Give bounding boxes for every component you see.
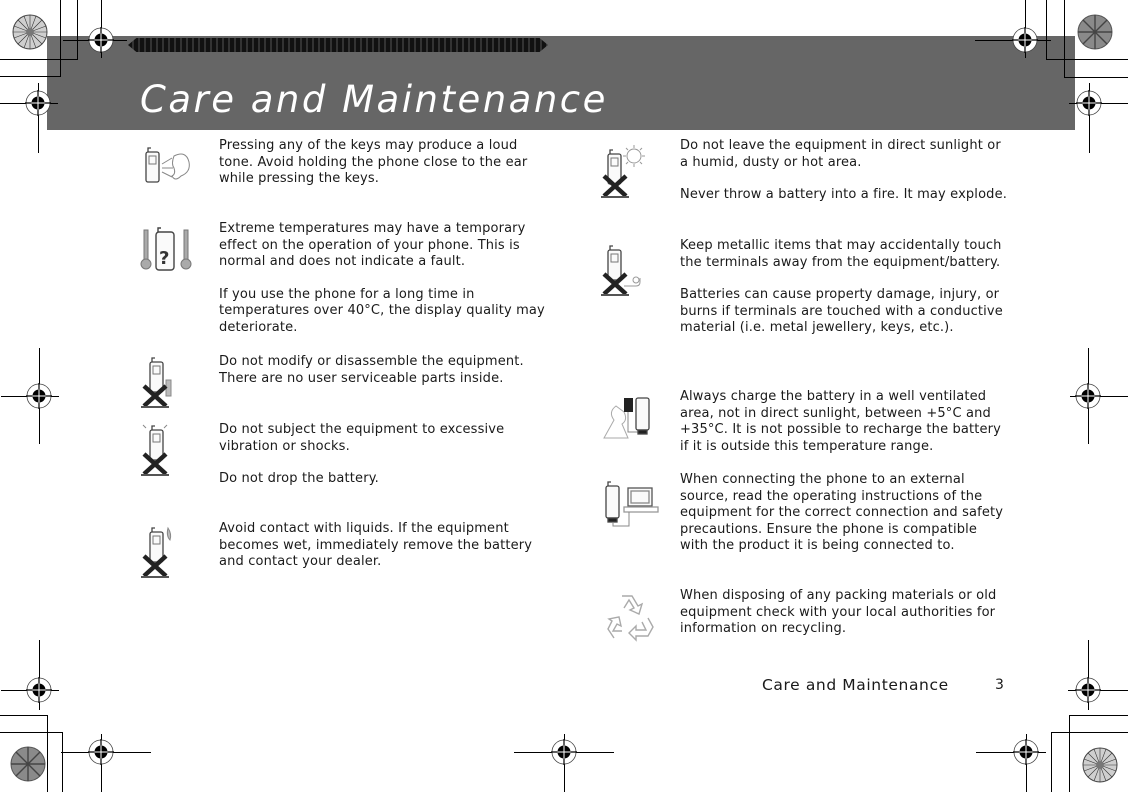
color-registration-mark [1080,745,1120,785]
instruction-paragraph: Batteries can cause property damage, inj… [680,287,1003,335]
registration-target-icon [1075,383,1101,409]
crop-line [1046,0,1047,60]
instruction-text: Do not leave the equipment in direct sun… [680,138,1008,220]
crop-line [0,715,48,716]
instruction-paragraph: Never throw a battery into a fire. It ma… [680,187,1008,202]
crop-line [60,0,61,76]
instruction-paragraph: Extreme temperatures may have a temporar… [219,221,526,269]
crop-line [1069,715,1070,792]
recycle-icon [598,588,662,648]
crop-line [1064,77,1128,78]
crop-line [77,0,78,59]
no-disassemble-icon [138,352,202,412]
instruction-paragraph: When connecting the phone to an external… [680,472,1004,553]
page-title: Care and Maintenance [140,78,608,121]
no-sunlight-icon [598,142,662,202]
instruction-text: Do not modify or disassemble the equipme… [219,354,549,403]
crop-line [0,59,78,60]
footer-section-title: Care and Maintenance [762,676,949,694]
crop-line [1046,59,1128,60]
instruction-text: Do not subject the equipment to excessiv… [219,422,549,504]
instruction-text: Keep metallic items that may accidentall… [680,238,1008,353]
no-liquid-icon [138,522,202,582]
external-connection-icon [598,476,662,536]
page-number: 3 [995,677,1004,693]
color-registration-mark [8,744,48,784]
instruction-text: Pressing any of the keys may produce a l… [219,138,549,204]
instruction-paragraph: If you use the phone for a long time in … [219,286,545,335]
instruction-paragraph: Do not subject the equipment to excessiv… [219,422,505,454]
color-registration-mark [10,12,50,52]
instruction-text: Avoid contact with liquids. If the equip… [219,521,549,587]
registration-target-icon [1076,90,1102,116]
instruction-paragraph: Always charge the battery in a well vent… [680,389,1001,454]
instruction-text: Always charge the battery in a well vent… [680,389,1008,471]
instruction-paragraph: When disposing of any packing materials … [680,588,997,636]
instruction-paragraph: Pressing any of the keys may produce a l… [219,138,528,186]
registration-target-icon [88,739,114,765]
instruction-text: When disposing of any packing materials … [680,588,1008,654]
crop-line [0,76,61,77]
registration-target-icon [1013,739,1039,765]
registration-target-icon [1075,677,1101,703]
registration-target-icon [1012,27,1038,53]
instruction-paragraph: Keep metallic items that may accidentall… [680,238,1002,270]
crop-line [0,732,63,733]
instruction-paragraph: Do not modify or disassemble the equipme… [219,354,524,386]
crop-line [1051,732,1128,733]
registration-target-icon [25,90,51,116]
registration-target-icon [551,739,577,765]
charger-icon [598,388,662,448]
crop-line [1051,732,1052,792]
registration-target-icon [26,677,52,703]
phone-thermometer-icon: ? [138,220,202,280]
svg-text:?: ? [159,248,169,269]
instruction-text: Extreme temperatures may have a temporar… [219,221,549,352]
decorative-diamond-strip [128,38,548,52]
no-metal-contact-icon [598,240,662,300]
registration-target-icon [88,27,114,53]
phone-loud-tone-icon [138,140,202,200]
color-registration-mark [1075,12,1115,52]
crop-line [1064,0,1065,78]
no-shock-icon [138,420,202,480]
instruction-text: When connecting the phone to an external… [680,472,1008,571]
instruction-paragraph: Do not leave the equipment in direct sun… [680,138,1001,170]
crop-line [1069,715,1128,716]
instruction-paragraph: Do not drop the battery. [219,471,379,486]
crop-line [62,732,63,792]
instruction-paragraph: Avoid contact with liquids. If the equip… [219,521,533,569]
registration-target-icon [26,383,52,409]
